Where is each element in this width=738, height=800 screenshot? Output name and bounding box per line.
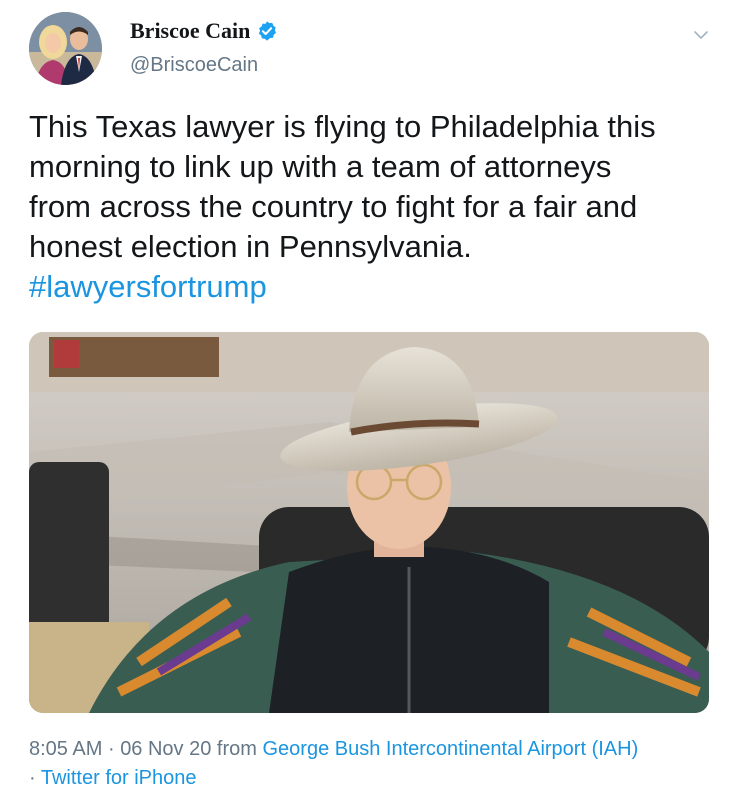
hashtag-link[interactable]: #lawyersfortrump [29,267,719,307]
tweet-text-line: honest election in Pennsylvania. [29,229,472,264]
verified-badge-icon [256,20,278,42]
display-name-text: Briscoe Cain [130,18,251,43]
author-handle[interactable]: @BriscoeCain [130,54,258,77]
tweet-date[interactable]: 06 Nov 20 [120,738,211,760]
avatar-image [29,12,102,85]
tweet-card: Briscoe Cain @BriscoeCain This Texas law… [0,0,738,800]
selfie-photo-illustration [29,332,709,713]
location-link[interactable]: George Bush Intercontinental Airport (IA… [262,738,638,760]
meta-separator: · [29,767,36,789]
tweet-metadata: 8:05 AM · 06 Nov 20 from George Bush Int… [29,735,729,793]
author-display-name[interactable]: Briscoe Cain [130,18,278,44]
tweet-text-line: morning to link up with a team of attorn… [29,149,612,184]
tweet-text-line: This Texas lawyer is flying to Philadelp… [29,109,656,144]
author-avatar[interactable] [29,12,102,85]
source-link[interactable]: Twitter for iPhone [41,767,197,789]
tweet-time[interactable]: 8:05 AM [29,738,102,760]
tweet-text: This Texas lawyer is flying to Philadelp… [29,107,719,307]
meta-separator: · [107,738,115,760]
tweet-text-line: from across the country to fight for a f… [29,189,638,224]
chevron-down-icon[interactable] [692,26,710,44]
from-text: from [216,738,257,760]
tweet-photo[interactable] [29,332,709,713]
